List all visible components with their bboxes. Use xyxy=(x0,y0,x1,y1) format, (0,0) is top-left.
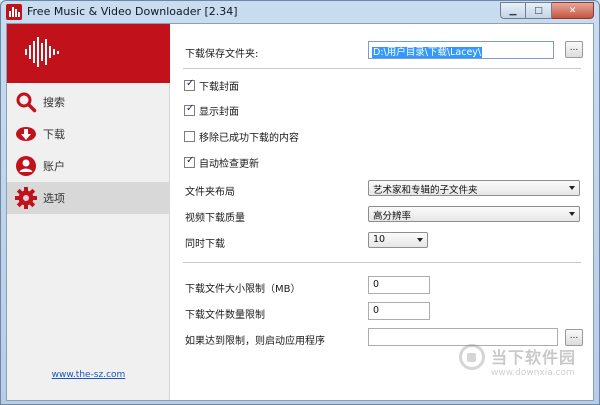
options-panel: 下载保存文件夹: D:\用户目录\下载\Lacey\ ... 下载封面 显示封面… xyxy=(171,24,593,400)
website-link[interactable]: www.the-sz.com xyxy=(7,370,170,380)
maximize-button[interactable]: □ xyxy=(526,2,552,19)
watermark-text: 当下软件园 xyxy=(491,348,577,367)
minimize-button[interactable]: ▁ xyxy=(500,2,526,19)
sidebar-item-downloads[interactable]: 下载 xyxy=(7,118,170,150)
app-logo-icon xyxy=(6,4,22,20)
watermark: 当下软件园 www.downxia.com xyxy=(459,342,579,386)
cloud-download-icon xyxy=(15,123,37,145)
concurrent-downloads-select[interactable]: 10 xyxy=(368,232,428,248)
video-quality-label: 视频下载质量 xyxy=(185,213,245,224)
dropdown-arrow-icon xyxy=(569,212,575,216)
sidebar-item-label: 选项 xyxy=(43,192,65,205)
sidebar-item-label: 账户 xyxy=(43,160,65,173)
sidebar-item-account[interactable]: 账户 xyxy=(7,150,170,182)
count-limit-label: 下载文件数量限制 xyxy=(185,310,265,321)
auto-update-checkbox[interactable]: 自动检查更新 xyxy=(184,155,259,170)
concurrent-downloads-label: 同时下载 xyxy=(185,239,225,250)
sidebar-item-options[interactable]: 选项 xyxy=(7,182,170,214)
user-icon xyxy=(15,155,37,177)
watermark-logo-icon xyxy=(459,344,485,370)
count-limit-input[interactable]: 0 xyxy=(368,302,430,320)
dropdown-arrow-icon xyxy=(417,238,423,242)
save-folder-input[interactable]: D:\用户目录\下载\Lacey\ xyxy=(368,41,554,59)
app-window: Free Music & Video Downloader [2.34] ▁ □… xyxy=(0,0,600,405)
folder-layout-select[interactable]: 艺术家和专辑的子文件夹 xyxy=(368,180,580,196)
watermark-url: www.downxia.com xyxy=(491,368,575,378)
sidebar-item-label: 下载 xyxy=(43,128,65,141)
brand-logo xyxy=(7,24,170,83)
equalizer-logo-icon xyxy=(25,37,59,67)
video-quality-select[interactable]: 高分辨率 xyxy=(368,206,580,222)
folder-layout-label: 文件夹布局 xyxy=(185,187,235,198)
search-icon xyxy=(15,91,37,113)
separator xyxy=(183,68,581,69)
close-button[interactable]: ✕ xyxy=(552,2,594,19)
save-folder-label: 下载保存文件夹: xyxy=(185,49,259,60)
checkbox-box[interactable] xyxy=(184,155,195,168)
title-bar[interactable]: Free Music & Video Downloader [2.34] ▁ □… xyxy=(1,1,599,23)
sidebar: 搜索 下载 账户 选项 www.the-sz.com xyxy=(7,24,170,400)
checkbox-label: 显示封面 xyxy=(199,107,239,118)
window-title: Free Music & Video Downloader [2.34] xyxy=(27,5,238,18)
size-limit-input[interactable]: 0 xyxy=(368,276,430,294)
checkbox-label: 下载封面 xyxy=(199,82,239,93)
checkbox-label: 自动检查更新 xyxy=(199,159,259,170)
sidebar-item-search[interactable]: 搜索 xyxy=(7,86,170,118)
checkbox-box[interactable] xyxy=(184,131,195,142)
client-area: 搜索 下载 账户 选项 www.the-sz.com 下载保存文件夹: D:\用… xyxy=(6,23,594,401)
show-cover-checkbox[interactable]: 显示封面 xyxy=(184,103,239,118)
checkbox-box[interactable] xyxy=(184,78,195,91)
checkbox-label: 移除已成功下载的内容 xyxy=(199,133,299,144)
download-cover-checkbox[interactable]: 下载封面 xyxy=(184,78,239,93)
sidebar-item-label: 搜索 xyxy=(43,96,65,109)
launch-app-label: 如果达到限制，则启动应用程序 xyxy=(185,336,325,347)
gear-icon xyxy=(15,187,37,209)
dropdown-arrow-icon xyxy=(569,186,575,190)
separator xyxy=(183,262,581,263)
checkbox-box[interactable] xyxy=(184,103,195,116)
browse-folder-button[interactable]: ... xyxy=(565,41,583,58)
size-limit-label: 下载文件大小限制（MB） xyxy=(185,284,301,295)
remove-completed-checkbox[interactable]: 移除已成功下载的内容 xyxy=(184,129,299,144)
